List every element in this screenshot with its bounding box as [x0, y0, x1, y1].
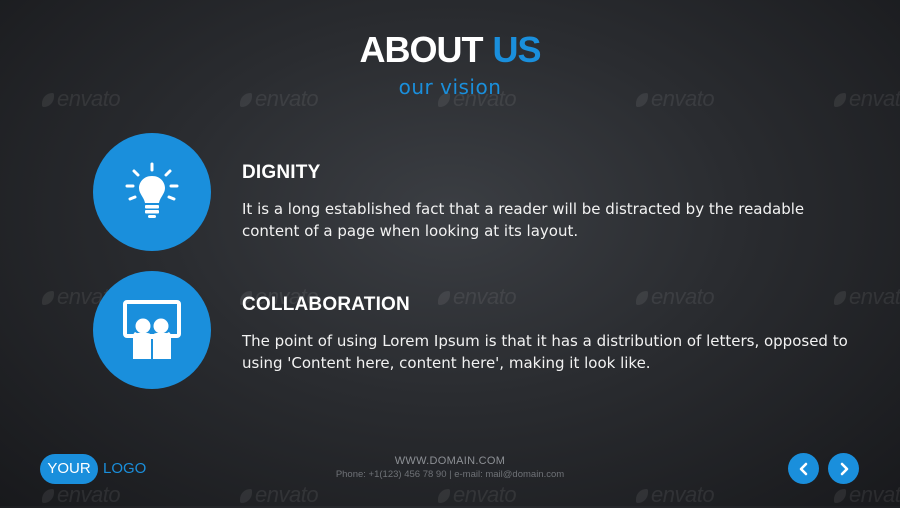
lightbulb-icon — [125, 162, 179, 218]
presentation-board-icon — [123, 300, 181, 359]
title-part-us: US — [492, 29, 541, 70]
watermark: envato — [240, 482, 319, 508]
footer-contact: Phone: +1(123) 456 78 90 | e-mail: mail@… — [335, 469, 565, 480]
feature-title: COLLABORATION — [242, 294, 410, 315]
page-title: ABOUT US — [0, 30, 900, 70]
watermark: envato — [42, 482, 121, 508]
feature-description: It is a long established fact that a rea… — [242, 200, 805, 240]
chevron-right-icon — [840, 462, 848, 475]
footer-domain: WWW.DOMAIN.COM — [394, 455, 506, 467]
watermark: envato — [636, 482, 715, 508]
feature-title: DIGNITY — [242, 162, 321, 183]
previous-slide-button[interactable] — [788, 453, 819, 484]
feature-icon-circle — [93, 271, 211, 389]
watermark: envato — [438, 482, 517, 508]
next-slide-button[interactable] — [828, 453, 859, 484]
title-part-about: ABOUT — [359, 29, 483, 70]
feature-icon-circle — [93, 133, 211, 251]
watermark: envato — [834, 284, 900, 310]
chevron-left-icon — [799, 462, 807, 475]
watermark: envato — [834, 482, 900, 508]
page-subtitle: our vision — [398, 75, 502, 99]
watermark: envato — [438, 284, 517, 310]
feature-description: The point of using Lorem Ipsum is that i… — [242, 332, 848, 372]
watermark: envato — [636, 284, 715, 310]
